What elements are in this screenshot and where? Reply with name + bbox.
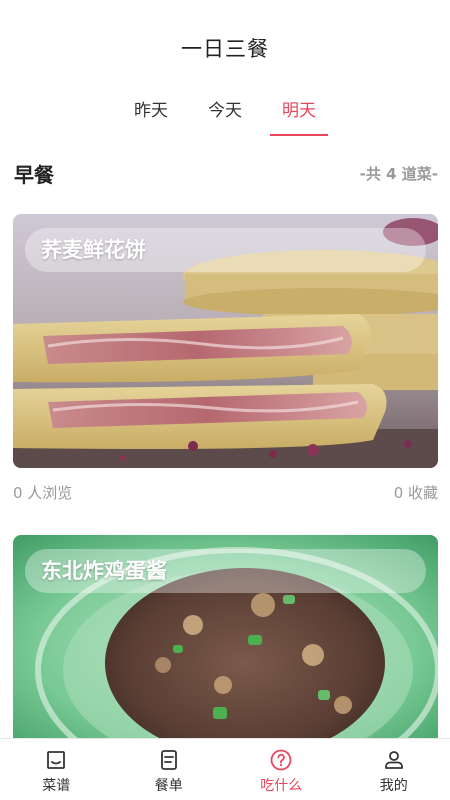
dish-count: -共 4 道菜- <box>359 164 438 183</box>
tabbar-item-recipes[interactable]: 菜谱 <box>0 739 113 800</box>
recipe-title: 东北炸鸡蛋酱 <box>25 549 426 593</box>
question-circle-icon <box>268 747 294 773</box>
meal-section-header: 早餐 -共 4 道菜- <box>14 156 438 190</box>
tabbar-label: 我的 <box>379 778 408 794</box>
page-title: 一日三餐 <box>181 37 269 61</box>
header: 一日三餐 <box>0 0 450 96</box>
meal-section-title: 早餐 <box>14 162 54 187</box>
bottom-tab-bar: 菜谱 餐单 吃什么 我的 <box>0 738 450 800</box>
recipe-book-icon <box>43 747 69 773</box>
tab-today[interactable]: 今天 <box>198 96 252 136</box>
tabbar-label: 餐单 <box>154 778 183 794</box>
tabbar-item-what-to-eat[interactable]: 吃什么 <box>225 739 338 800</box>
day-tabs: 昨天 今天 明天 <box>0 96 450 136</box>
favorite-count: 0 收藏 <box>393 484 438 502</box>
tabbar-label: 吃什么 <box>260 778 303 794</box>
view-count: 0 人浏览 <box>13 484 73 502</box>
tabbar-label: 菜谱 <box>42 778 71 794</box>
tab-tomorrow[interactable]: 明天 <box>270 96 328 136</box>
tab-yesterday[interactable]: 昨天 <box>124 96 178 136</box>
recipe-title: 荞麦鲜花饼 <box>25 228 426 272</box>
tabbar-item-menu[interactable]: 餐单 <box>113 739 226 800</box>
user-profile-icon <box>381 747 407 773</box>
recipe-stats: 0 人浏览 0 收藏 <box>13 482 438 506</box>
menu-list-icon <box>156 747 182 773</box>
recipe-card[interactable]: 东北炸鸡蛋酱 <box>13 535 438 740</box>
recipe-card[interactable]: 荞麦鲜花饼 <box>13 214 438 468</box>
tabbar-item-profile[interactable]: 我的 <box>338 739 450 800</box>
